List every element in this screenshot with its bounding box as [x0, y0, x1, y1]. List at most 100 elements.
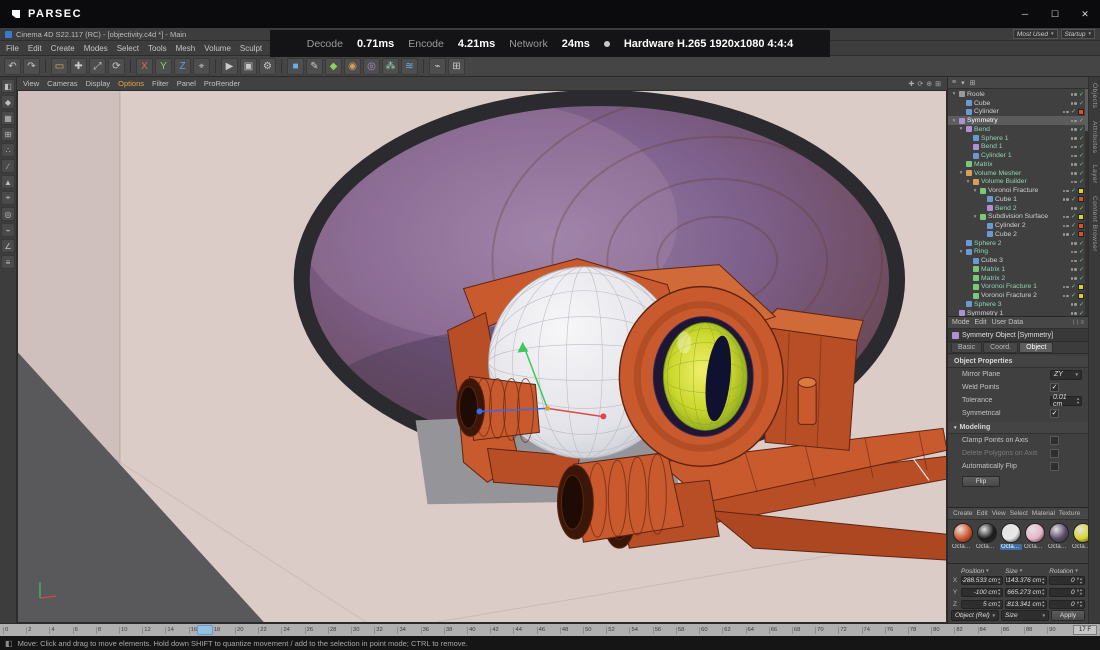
viewport-3d-view[interactable]: [17, 91, 947, 623]
size-field-y[interactable]: 665.273 cm▴▾: [1005, 588, 1047, 597]
object-row-matrix-1[interactable]: Matrix 1✓: [948, 265, 1088, 274]
viewport-menu-view[interactable]: View: [23, 79, 39, 88]
visibility-dots-icon[interactable]: [1070, 301, 1077, 308]
object-row-bend[interactable]: ▾Bend✓: [948, 125, 1088, 134]
attr-subtab-object[interactable]: Object: [1019, 342, 1053, 353]
axis-z-lock-icon[interactable]: Z: [174, 58, 191, 75]
enable-check-icon[interactable]: ✓: [1071, 222, 1076, 229]
object-row-voronoi-fracture[interactable]: ▾Voronoi Fracture✓: [948, 186, 1088, 195]
timeline-tick[interactable]: 66: [769, 627, 792, 634]
enable-check-icon[interactable]: ✓: [1071, 196, 1076, 203]
primitive-cube-icon[interactable]: ■: [287, 58, 304, 75]
model-mode-icon[interactable]: ◆: [1, 95, 15, 109]
move-icon[interactable]: ✚: [70, 58, 87, 75]
points-mode-icon[interactable]: ∴: [1, 143, 15, 157]
timeline-tick[interactable]: 40: [467, 627, 490, 634]
timeline-playhead[interactable]: [197, 625, 213, 635]
live-selection-icon[interactable]: ▭: [51, 58, 68, 75]
enable-check-icon[interactable]: ✓: [1079, 301, 1084, 308]
timeline-tick[interactable]: 80: [931, 627, 954, 634]
size-field-z[interactable]: 1813.341 cm▴▾: [1005, 600, 1047, 609]
expand-arrow-icon[interactable]: ▾: [951, 91, 957, 97]
attr-tab-edit[interactable]: Edit: [975, 319, 987, 326]
attr-subtab-basic[interactable]: Basic: [951, 342, 982, 353]
expand-arrow-icon[interactable]: ▾: [972, 214, 978, 220]
object-row-cylinder[interactable]: Cylinder✓: [948, 108, 1088, 117]
workplane-mode-icon[interactable]: ⊞: [1, 127, 15, 141]
axis-y-lock-icon[interactable]: Y: [155, 58, 172, 75]
fields-icon[interactable]: ≋: [401, 58, 418, 75]
redo-icon[interactable]: ↷: [23, 58, 40, 75]
object-row-sphere-3[interactable]: Sphere 3✓: [948, 300, 1088, 309]
timeline-tick[interactable]: 20: [235, 627, 258, 634]
panel-tab-objects[interactable]: Objects: [1091, 83, 1098, 109]
mirror-plane-select[interactable]: ZY▾: [1050, 370, 1082, 380]
enable-check-icon[interactable]: ✓: [1079, 266, 1084, 273]
timeline-tick[interactable]: 32: [374, 627, 397, 634]
material-thumbnail[interactable]: [977, 523, 997, 543]
enable-check-icon[interactable]: ✓: [1079, 135, 1084, 142]
visibility-dots-icon[interactable]: [1070, 205, 1077, 212]
coord-header-position[interactable]: Position▾: [961, 568, 1003, 575]
sort-icon[interactable]: ▾: [961, 79, 965, 87]
attr-tab-mode[interactable]: Mode: [952, 319, 970, 326]
timeline-tick[interactable]: 2: [26, 627, 49, 634]
visibility-dots-icon[interactable]: [1062, 283, 1069, 290]
enable-check-icon[interactable]: ✓: [1071, 283, 1076, 290]
spline-pen-icon[interactable]: ✎: [306, 58, 323, 75]
menu-create[interactable]: Create: [51, 44, 75, 53]
visibility-dots-icon[interactable]: [1070, 143, 1077, 150]
timeline-tick[interactable]: 56: [653, 627, 676, 634]
timeline-tick[interactable]: 8: [96, 627, 119, 634]
timeline-tick[interactable]: 36: [421, 627, 444, 634]
coord-size-select[interactable]: Size▾: [1001, 610, 1049, 621]
visibility-dots-icon[interactable]: [1062, 222, 1069, 229]
material-tab-material[interactable]: Material: [1032, 510, 1055, 517]
visibility-dots-icon[interactable]: [1070, 310, 1077, 316]
object-row-sphere-2[interactable]: Sphere 2✓: [948, 239, 1088, 248]
viewport-menu-filter[interactable]: Filter: [152, 79, 169, 88]
filter-icon[interactable]: ≡: [952, 79, 956, 86]
coord-header-size[interactable]: Size▾: [1005, 568, 1047, 575]
timeline-tick[interactable]: 82: [954, 627, 977, 634]
timeline-tick[interactable]: 62: [722, 627, 745, 634]
menu-modes[interactable]: Modes: [84, 44, 108, 53]
toggle-views-icon[interactable]: ⊞: [935, 80, 941, 88]
enable-check-icon[interactable]: ✓: [1071, 231, 1076, 238]
viewport-menu-prorender[interactable]: ProRender: [204, 79, 240, 88]
material-tab-edit[interactable]: Edit: [977, 510, 988, 517]
apply-button[interactable]: Apply: [1051, 610, 1085, 621]
minimize-button[interactable]: ─: [1010, 0, 1040, 28]
visibility-dots-icon[interactable]: [1070, 248, 1077, 255]
menu-volume[interactable]: Volume: [204, 44, 231, 53]
material-tab-select[interactable]: Select: [1010, 510, 1028, 517]
quantize-icon[interactable]: ∠: [1, 239, 15, 253]
material-thumbnail[interactable]: [953, 523, 973, 543]
material-tab-view[interactable]: View: [992, 510, 1006, 517]
texture-mode-icon[interactable]: ▦: [1, 111, 15, 125]
timeline-tick[interactable]: 52: [606, 627, 629, 634]
close-button[interactable]: ✕: [1070, 0, 1100, 28]
timeline-tick[interactable]: 12: [142, 627, 165, 634]
timeline-tick[interactable]: 88: [1024, 627, 1047, 634]
visibility-dots-icon[interactable]: [1070, 275, 1077, 282]
material-thumbnail[interactable]: [1025, 523, 1045, 543]
workplane-icon[interactable]: ⊞: [448, 58, 465, 75]
object-row-cylinder-1[interactable]: Cylinder 1✓: [948, 151, 1088, 160]
timeline-tick[interactable]: 84: [978, 627, 1001, 634]
material-thumbnail[interactable]: [1049, 523, 1069, 543]
menu-edit[interactable]: Edit: [28, 44, 42, 53]
expand-arrow-icon[interactable]: ▾: [972, 188, 978, 194]
object-row-sphere-1[interactable]: Sphere 1✓: [948, 134, 1088, 143]
timeline-tick[interactable]: 26: [305, 627, 328, 634]
timeline-tick[interactable]: 18: [212, 627, 235, 634]
visibility-dots-icon[interactable]: [1070, 100, 1077, 107]
rotation-field-z[interactable]: 0 °▴▾: [1049, 600, 1085, 609]
visibility-dots-icon[interactable]: [1070, 91, 1077, 98]
enable-axis-icon[interactable]: ⌖: [1, 191, 15, 205]
delete-polygons-on-axis-checkbox[interactable]: [1050, 449, 1059, 458]
timeline-tick[interactable]: 86: [1001, 627, 1024, 634]
weld-points-checkbox[interactable]: ✓: [1050, 383, 1059, 392]
expand-arrow-icon[interactable]: ▾: [965, 179, 971, 185]
timeline-tick[interactable]: 60: [699, 627, 722, 634]
